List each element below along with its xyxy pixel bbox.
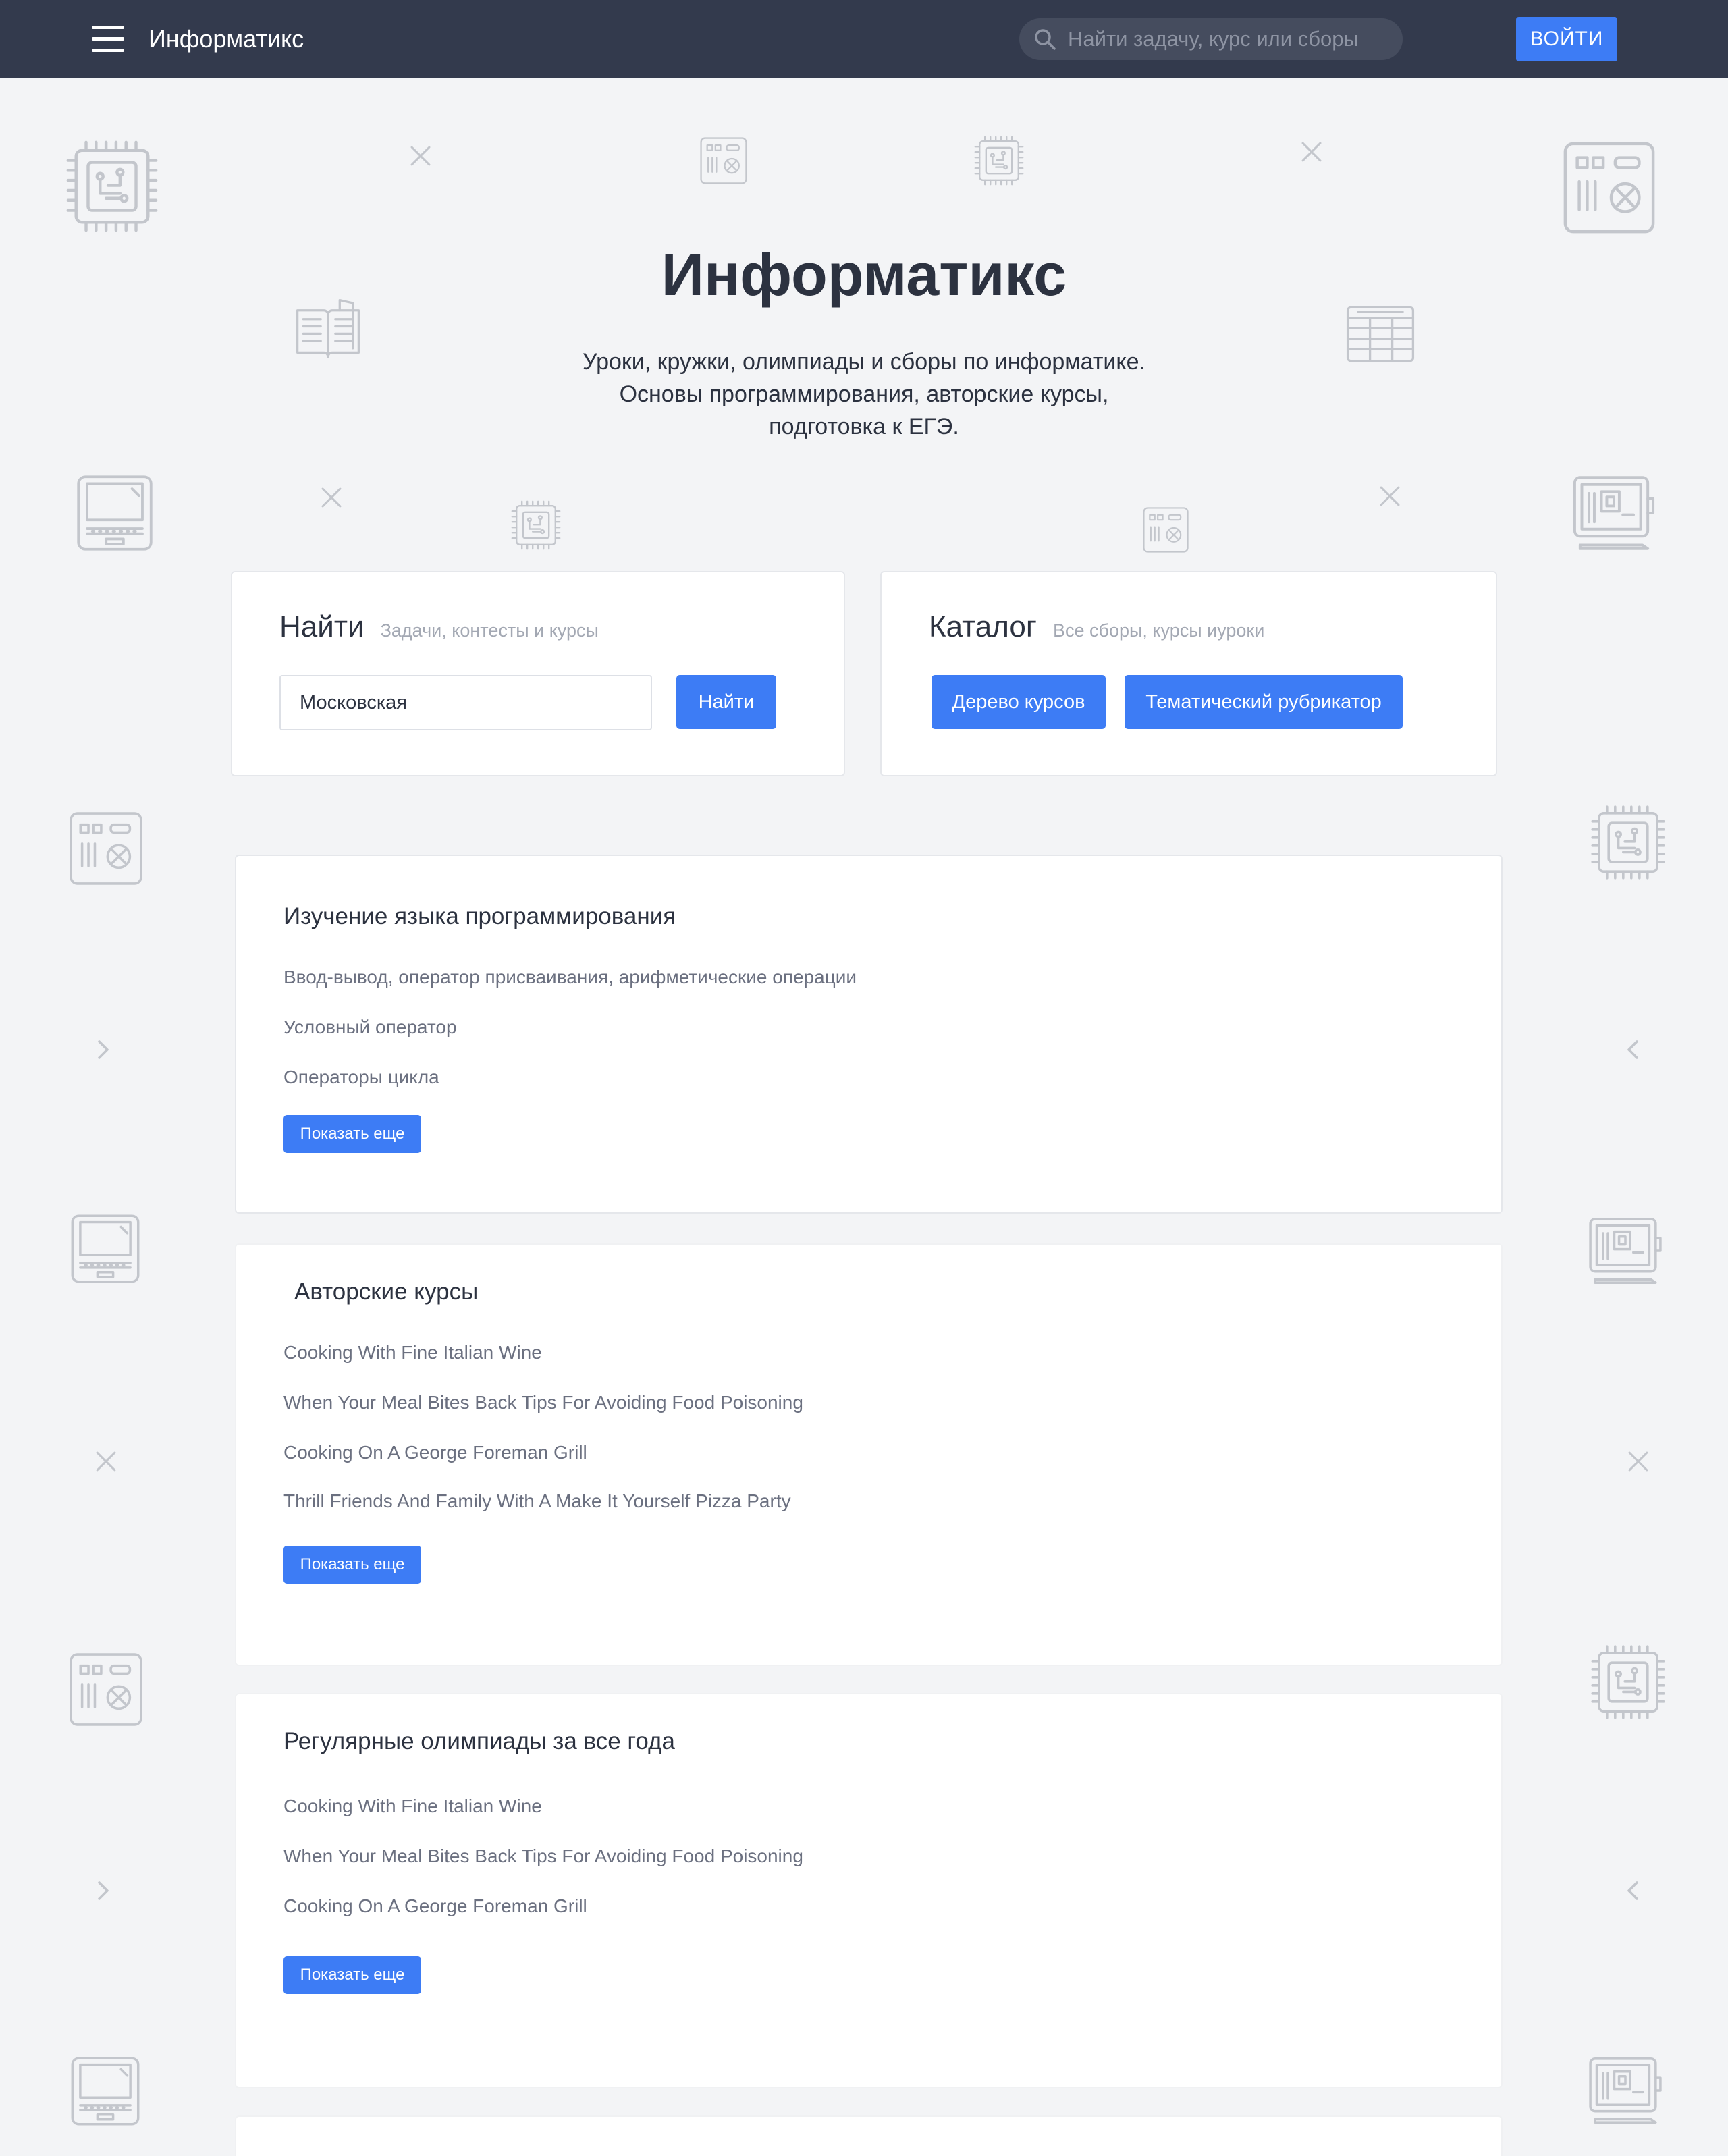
chevron-right-icon	[93, 1879, 113, 1902]
topic-rubricator-button[interactable]: Тематический рубрикатор	[1125, 675, 1403, 729]
chevron-right-icon	[93, 1038, 113, 1061]
find-button[interactable]: Найти	[676, 675, 776, 729]
circuit-board-icon	[66, 809, 146, 888]
catalog-card: Каталог Все сборы, курсы иуроки Дерево к…	[880, 571, 1497, 776]
find-card-hint: Задачи, контесты и курсы	[380, 620, 599, 641]
search-icon	[1035, 29, 1056, 50]
chip-icon	[1588, 1642, 1669, 1723]
brand-logo-text[interactable]: Информатикс	[148, 20, 304, 58]
list-item[interactable]: When Your Meal Bites Back Tips For Avoid…	[284, 1845, 803, 1867]
course-tree-button[interactable]: Дерево курсов	[932, 675, 1106, 729]
show-more-button[interactable]: Показать еще	[284, 1546, 421, 1584]
header-search-input[interactable]	[1066, 26, 1380, 52]
chevron-left-icon	[1623, 1879, 1643, 1902]
circuit-board-icon	[1141, 505, 1191, 555]
login-button[interactable]: ВОЙТИ	[1516, 17, 1617, 61]
close-cross-icon	[94, 1450, 117, 1473]
chip-icon	[62, 136, 162, 236]
close-cross-icon	[320, 486, 343, 509]
chip-icon	[972, 134, 1026, 188]
monitor-icon	[1580, 2051, 1671, 2130]
chip-icon	[1588, 802, 1669, 883]
list-item[interactable]: Операторы цикла	[284, 1067, 439, 1088]
top-navbar: Информатикс ВОЙТИ	[0, 0, 1728, 78]
list-item[interactable]: When Your Meal Bites Back Tips For Avoid…	[284, 1392, 803, 1413]
list-item[interactable]: Thrill Friends And Family With A Make It…	[284, 1490, 791, 1512]
catalog-card-hint: Все сборы, курсы иуроки	[1052, 620, 1265, 641]
section-title: Регулярные олимпиады за все года	[284, 1728, 675, 1754]
find-card-title: Найти	[279, 610, 364, 643]
hero-subtitle: Уроки, кружки, олимпиады и сборы по инфо…	[526, 346, 1202, 443]
circuit-board-icon	[698, 135, 749, 186]
section-author-courses: Авторские курсы Cooking With Fine Italia…	[235, 1243, 1503, 1666]
list-item[interactable]: Cooking With Fine Italian Wine	[284, 1796, 542, 1817]
laptop-icon	[66, 1210, 144, 1288]
close-cross-icon	[1300, 140, 1323, 163]
laptop-icon	[72, 470, 158, 556]
find-card: Найти Задачи, контесты и курсы Найти	[231, 571, 845, 776]
close-cross-icon	[409, 144, 432, 167]
hamburger-menu-icon[interactable]	[92, 26, 124, 53]
show-more-button[interactable]: Показать еще	[284, 1956, 421, 1994]
section-programming-language: Изучение языка программирования Ввод-выв…	[235, 855, 1503, 1214]
monitor-icon	[1580, 1211, 1671, 1291]
section-next-partial	[235, 2115, 1503, 2156]
show-more-button[interactable]: Показать еще	[284, 1115, 421, 1153]
list-item[interactable]: Cooking On A George Foreman Grill	[284, 1895, 587, 1917]
hero-subtitle-line: подготовка к ЕГЭ.	[769, 414, 959, 439]
list-item[interactable]: Ввод-вывод, оператор присваивания, арифм…	[284, 967, 857, 988]
header-search[interactable]	[1019, 18, 1403, 60]
hero-subtitle-line: Основы программирования, авторские курсы…	[619, 381, 1109, 407]
close-cross-icon	[1627, 1450, 1650, 1473]
list-item[interactable]: Cooking On A George Foreman Grill	[284, 1442, 587, 1463]
section-title: Изучение языка программирования	[284, 903, 676, 929]
laptop-icon	[66, 2052, 144, 2130]
close-cross-icon	[1378, 485, 1401, 508]
catalog-card-title: Каталог	[929, 610, 1037, 643]
list-item[interactable]: Условный оператор	[284, 1017, 457, 1038]
find-input[interactable]	[279, 675, 652, 730]
monitor-icon	[1563, 468, 1665, 558]
chip-icon	[509, 498, 563, 552]
hero-title: Информатикс	[661, 241, 1067, 308]
chevron-left-icon	[1623, 1038, 1643, 1061]
section-title: Авторские курсы	[294, 1278, 479, 1305]
section-regular-olympiads: Регулярные олимпиады за все года Cooking…	[235, 1693, 1503, 2088]
hero-subtitle-line: Уроки, кружки, олимпиады и сборы по инфо…	[583, 349, 1145, 375]
circuit-board-icon	[1559, 138, 1659, 238]
list-item[interactable]: Cooking With Fine Italian Wine	[284, 1342, 542, 1364]
circuit-board-icon	[66, 1650, 146, 1729]
